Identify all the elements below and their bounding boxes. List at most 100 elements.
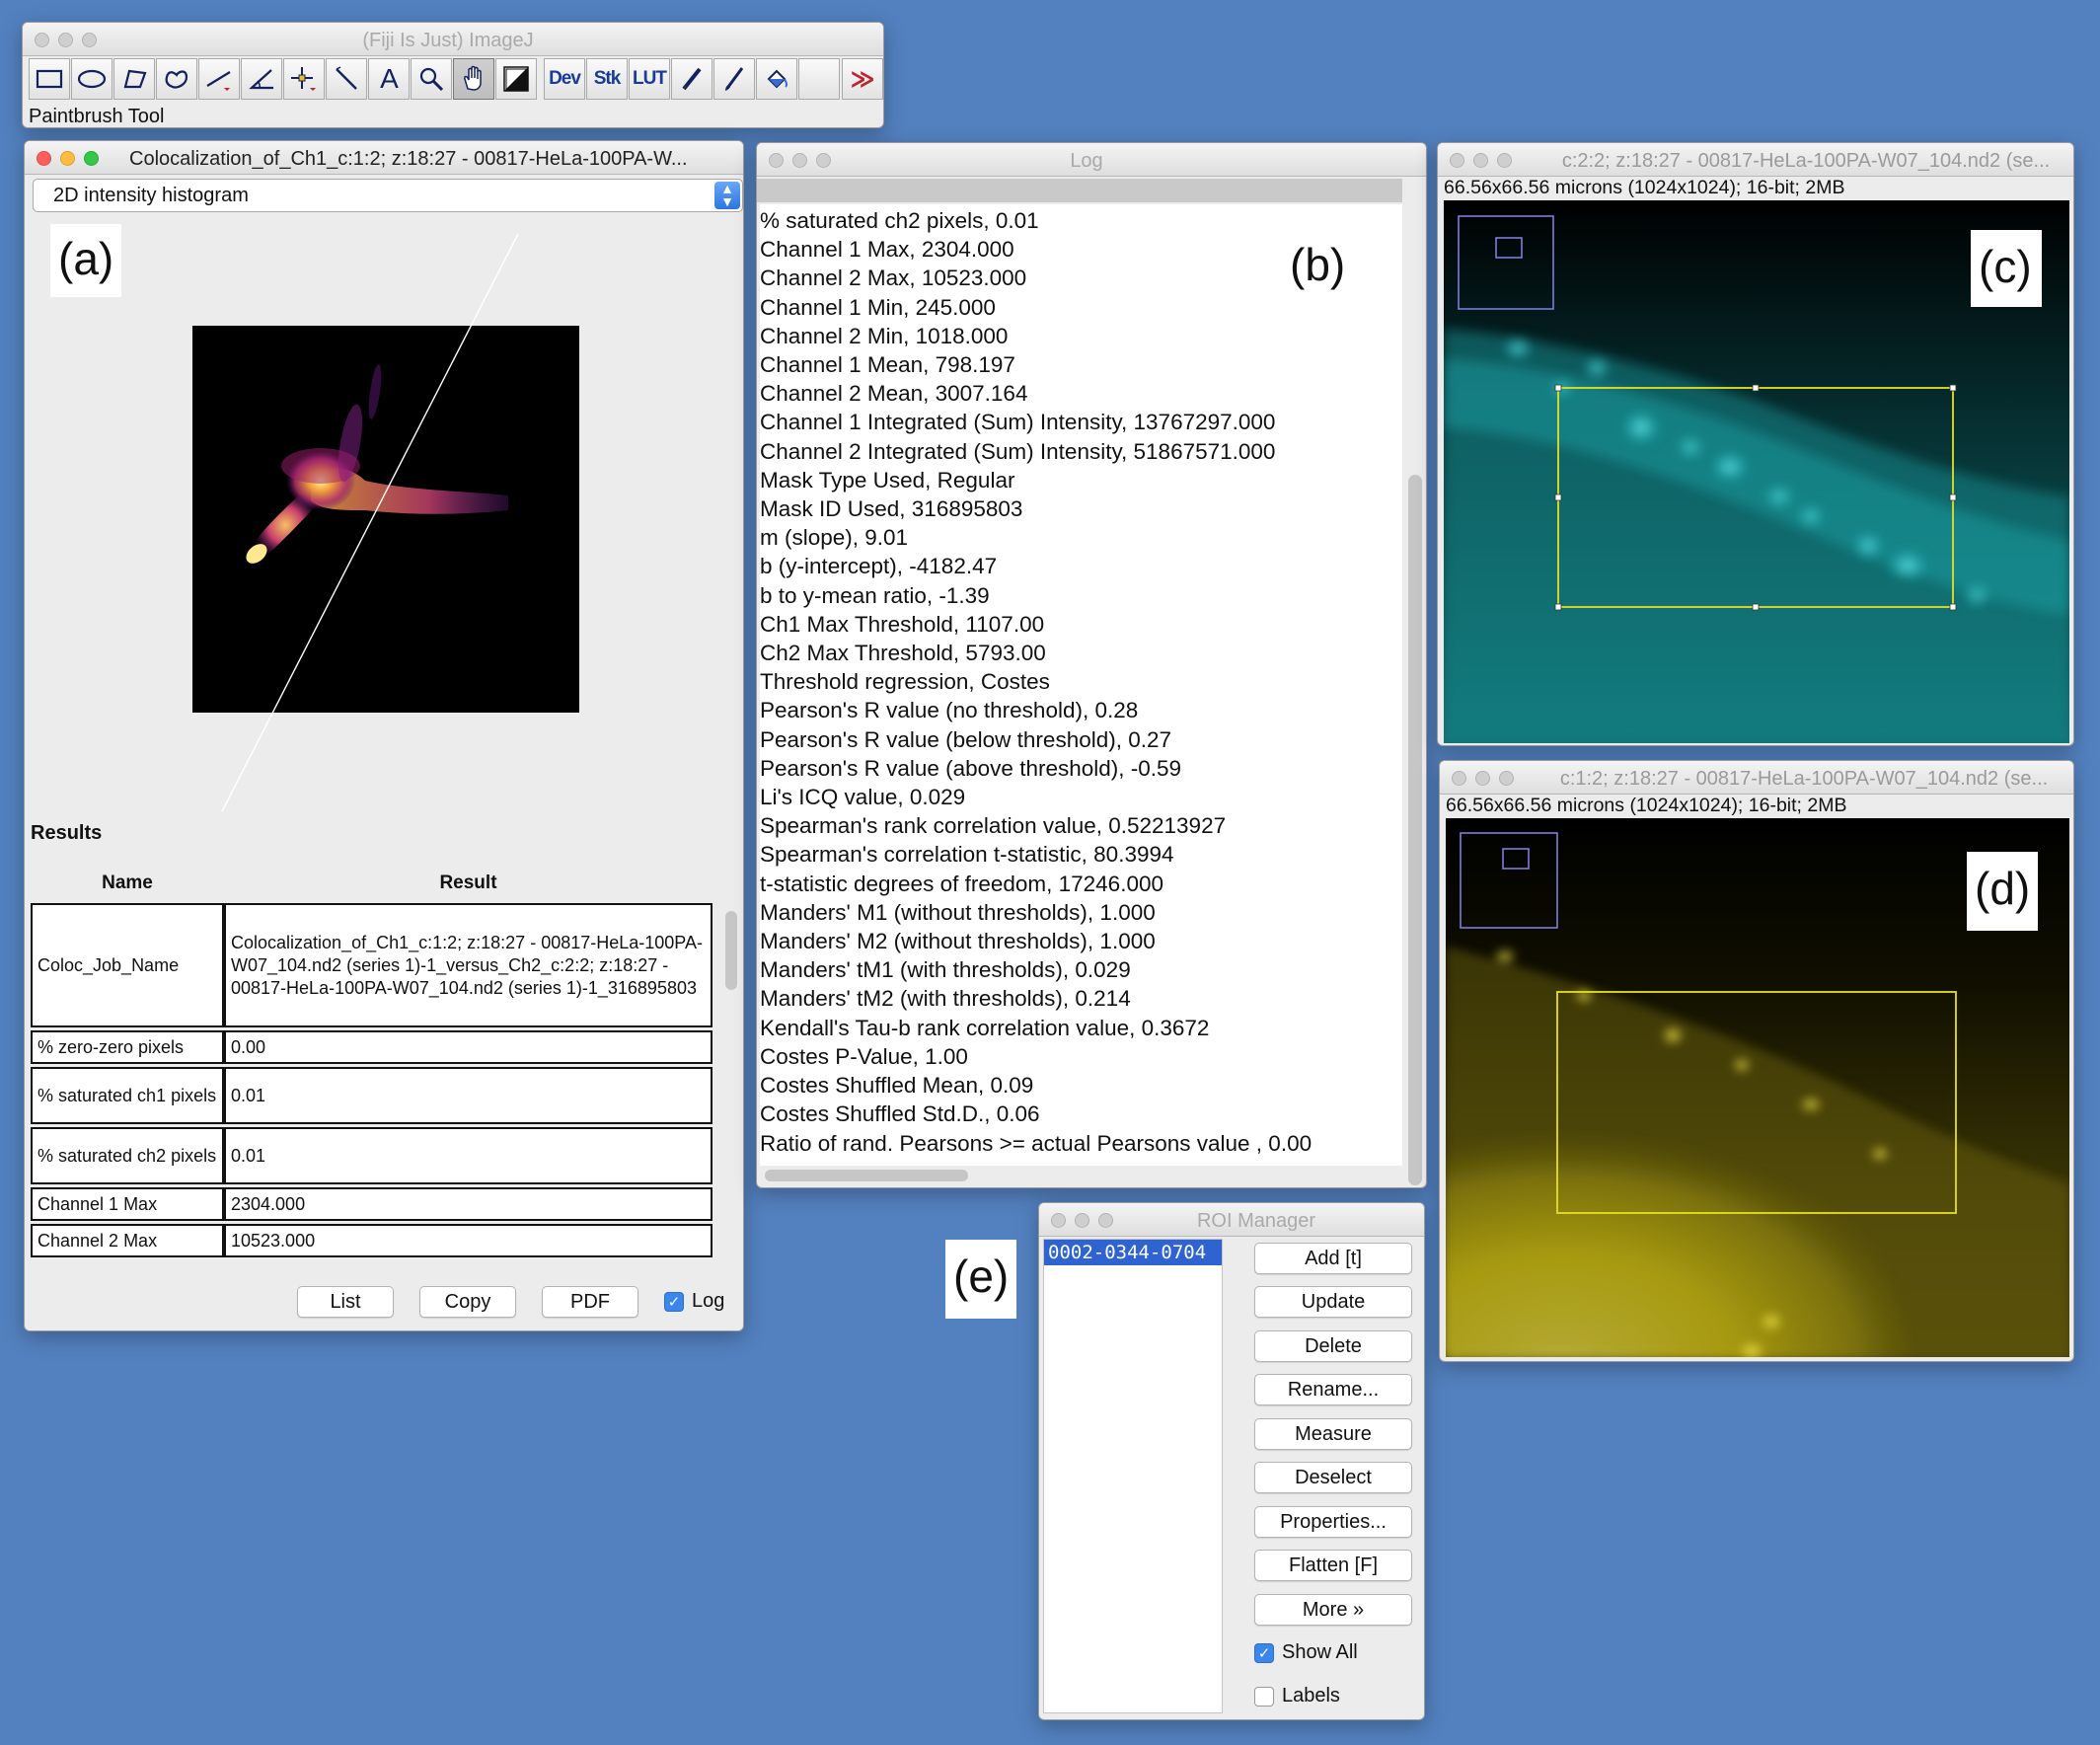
color-picker-tool-icon[interactable] bbox=[495, 58, 537, 100]
labels-label: Labels bbox=[1282, 1685, 1340, 1707]
text-tool-icon[interactable]: A bbox=[368, 58, 410, 100]
minimize-button[interactable] bbox=[1475, 771, 1490, 786]
column-header-result: Result bbox=[439, 872, 497, 893]
line-tool-icon[interactable] bbox=[198, 58, 240, 100]
checkmark-icon: ✓ bbox=[1254, 1642, 1274, 1663]
log-line: Costes Shuffled Mean, 0.09 bbox=[760, 1073, 1034, 1099]
table-row[interactable]: % saturated ch2 pixels 0.01 bbox=[31, 1127, 712, 1184]
lut-tools-menu[interactable]: LUT bbox=[629, 58, 670, 100]
minimize-button[interactable] bbox=[1075, 1213, 1089, 1228]
labels-checkbox[interactable]: Labels bbox=[1254, 1685, 1340, 1707]
delete-button[interactable]: Delete bbox=[1254, 1330, 1412, 1362]
image-window-d: c:1:2; z:18:27 - 00817-HeLa-100PA-W07_10… bbox=[1439, 760, 2074, 1362]
results-heading: Results bbox=[31, 822, 103, 844]
list-button[interactable]: List bbox=[297, 1286, 394, 1318]
rectangle-tool-icon[interactable] bbox=[29, 58, 70, 100]
log-checkbox[interactable]: ✓ Log bbox=[664, 1290, 724, 1313]
imagej-titlebar[interactable]: (Fiji Is Just) ImageJ bbox=[23, 23, 883, 56]
flatten-button[interactable]: Flatten [F] bbox=[1254, 1550, 1412, 1581]
list-item[interactable]: 0002-0344-0704 bbox=[1044, 1240, 1222, 1265]
log-line: Manders' tM1 (with thresholds), 0.029 bbox=[760, 957, 1131, 983]
close-button[interactable] bbox=[1450, 153, 1464, 168]
cell-result: 10523.000 bbox=[224, 1224, 712, 1257]
show-all-checkbox[interactable]: ✓ Show All bbox=[1254, 1641, 1358, 1664]
roi-titlebar[interactable]: ROI Manager bbox=[1039, 1203, 1424, 1237]
table-row[interactable]: % saturated ch1 pixels 0.01 bbox=[31, 1067, 712, 1124]
add-roi-button[interactable]: Add [t] bbox=[1254, 1243, 1412, 1274]
log-line: Manders' tM2 (with thresholds), 0.214 bbox=[760, 986, 1131, 1012]
log-line: Channel 2 Integrated (Sum) Intensity, 51… bbox=[760, 438, 1276, 464]
measure-button[interactable]: Measure bbox=[1254, 1418, 1412, 1450]
hand-tool-icon[interactable] bbox=[453, 58, 494, 100]
zoom-button[interactable] bbox=[1499, 771, 1514, 786]
more-button[interactable]: More » bbox=[1254, 1594, 1412, 1626]
point-tool-icon[interactable] bbox=[283, 58, 325, 100]
close-button[interactable] bbox=[1051, 1213, 1066, 1228]
freehand-tool-icon[interactable] bbox=[156, 58, 197, 100]
histogram-type-dropdown[interactable]: 2D intensity histogram ▲ ▼ bbox=[33, 179, 743, 212]
window-title: Colocalization_of_Ch1_c:1:2; z:18:27 - 0… bbox=[129, 148, 688, 170]
dropdown-value: 2D intensity histogram bbox=[53, 185, 249, 206]
image-d-titlebar[interactable]: c:1:2; z:18:27 - 00817-HeLa-100PA-W07_10… bbox=[1440, 761, 2073, 795]
paintbrush-tool-icon[interactable] bbox=[713, 58, 755, 100]
update-button[interactable]: Update bbox=[1254, 1286, 1412, 1318]
histogram-canvas bbox=[192, 326, 579, 713]
deselect-button[interactable]: Deselect bbox=[1254, 1462, 1412, 1493]
panel-label-b: (b) bbox=[1276, 230, 1361, 303]
histogram-plot bbox=[192, 233, 579, 812]
copy-button[interactable]: Copy bbox=[419, 1286, 516, 1318]
log-line: Ratio of rand. Pearsons >= actual Pearso… bbox=[760, 1130, 1312, 1156]
flood-fill-tool-icon[interactable] bbox=[756, 58, 797, 100]
log-titlebar[interactable]: Log bbox=[757, 143, 1426, 177]
log-horizontal-scrollbar[interactable] bbox=[765, 1170, 968, 1181]
log-line: Mask ID Used, 316895803 bbox=[760, 496, 1023, 522]
close-button[interactable] bbox=[1452, 771, 1466, 786]
pdf-button[interactable]: PDF bbox=[542, 1286, 638, 1318]
roi-list[interactable]: 0002-0344-0704 bbox=[1043, 1239, 1223, 1713]
log-line: Pearson's R value (no threshold), 0.28 bbox=[760, 698, 1139, 723]
log-line: Pearson's R value (below threshold), 0.2… bbox=[760, 726, 1172, 752]
close-button[interactable] bbox=[37, 151, 51, 166]
minimize-button[interactable] bbox=[60, 151, 75, 166]
log-line: Channel 2 Mean, 3007.164 bbox=[760, 381, 1028, 407]
log-vertical-scrollbar[interactable] bbox=[1408, 198, 1422, 1185]
dev-tools-menu[interactable]: Dev bbox=[544, 58, 585, 100]
wand-tool-icon[interactable] bbox=[326, 58, 367, 100]
table-row[interactable]: % zero-zero pixels 0.00 bbox=[31, 1030, 712, 1064]
zoom-button[interactable] bbox=[84, 151, 99, 166]
pencil-tool-icon[interactable] bbox=[671, 58, 712, 100]
rename-button[interactable]: Rename... bbox=[1254, 1374, 1412, 1405]
log-checkbox-label: Log bbox=[692, 1290, 725, 1312]
log-line: b (y-intercept), -4182.47 bbox=[760, 554, 998, 579]
minimize-button[interactable] bbox=[1473, 153, 1488, 168]
log-header-bar bbox=[757, 179, 1402, 202]
image-c-titlebar[interactable]: c:2:2; z:18:27 - 00817-HeLa-100PA-W07_10… bbox=[1438, 143, 2073, 177]
cell-name: Coloc_Job_Name bbox=[31, 903, 224, 1027]
cell-result: 0.01 bbox=[224, 1127, 712, 1184]
panel-label-c: (c) bbox=[1971, 230, 2042, 307]
log-line: Ch2 Max Threshold, 5793.00 bbox=[760, 641, 1046, 666]
table-row[interactable]: Coloc_Job_Name Colocalization_of_Ch1_c:1… bbox=[31, 903, 712, 1027]
stk-tools-menu[interactable]: Stk bbox=[586, 58, 628, 100]
log-line: Costes Shuffled Std.D., 0.06 bbox=[760, 1101, 1040, 1127]
log-line: Ch1 Max Threshold, 1107.00 bbox=[760, 611, 1045, 637]
magnifier-tool-icon[interactable] bbox=[411, 58, 452, 100]
log-text-area[interactable]: % saturated ch2 pixels, 0.01 Channel 1 Ma… bbox=[760, 204, 1402, 1166]
more-tools-icon[interactable]: ≫ bbox=[842, 58, 883, 100]
zoom-button[interactable] bbox=[1497, 153, 1512, 168]
status-text: Paintbrush Tool bbox=[29, 106, 165, 127]
results-scrollbar[interactable] bbox=[725, 911, 737, 990]
cell-name: % saturated ch2 pixels bbox=[31, 1127, 224, 1184]
table-row[interactable]: Channel 1 Max 2304.000 bbox=[31, 1187, 712, 1221]
oval-tool-icon[interactable] bbox=[71, 58, 112, 100]
coloc-titlebar[interactable]: Colocalization_of_Ch1_c:1:2; z:18:27 - 0… bbox=[25, 141, 743, 175]
angle-tool-icon[interactable] bbox=[241, 58, 282, 100]
polygon-tool-icon[interactable] bbox=[113, 58, 155, 100]
scroll-thumb[interactable] bbox=[1408, 475, 1422, 1185]
properties-button[interactable]: Properties... bbox=[1254, 1506, 1412, 1538]
log-line: Pearson's R value (above threshold), -0.… bbox=[760, 755, 1182, 781]
cell-name: Channel 1 Max bbox=[31, 1187, 224, 1221]
log-line: m (slope), 9.01 bbox=[760, 525, 909, 551]
cell-result: Colocalization_of_Ch1_c:1:2; z:18:27 - 0… bbox=[224, 903, 712, 1027]
table-row[interactable]: Channel 2 Max 10523.000 bbox=[31, 1224, 712, 1257]
